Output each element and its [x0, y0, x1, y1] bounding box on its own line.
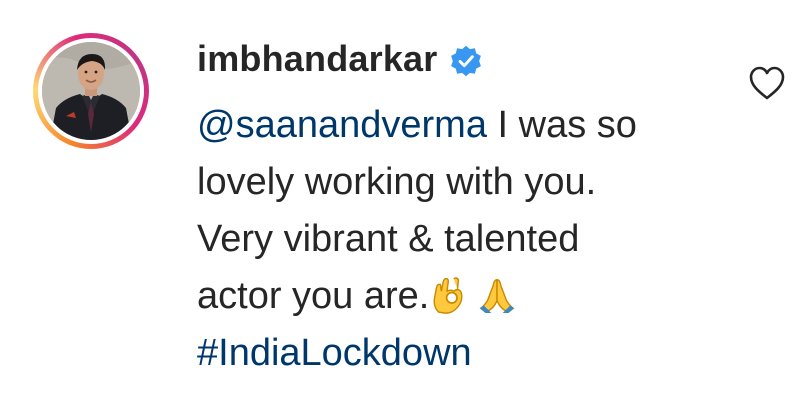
comment: imbhandarkar @saanandverma I was so love… [0, 0, 800, 406]
comment-header: imbhandarkar [197, 38, 483, 80]
heart-outline-icon[interactable] [748, 65, 786, 101]
verified-badge-icon [451, 45, 482, 77]
avatar[interactable] [42, 42, 140, 140]
folded-hands-emoji [479, 279, 515, 313]
comment-line-4: actor you are. [197, 268, 717, 325]
story-ring[interactable] [33, 33, 149, 149]
ok-hand-emoji [433, 277, 463, 314]
comment-line-1: @saanandverma I was so [197, 97, 717, 154]
comment-text-rest: I was so [486, 104, 637, 146]
mention-link[interactable]: @saanandverma [197, 104, 487, 146]
comment-line-3: Very vibrant & talented [197, 218, 580, 260]
comment-text: @saanandverma I was so lovely working wi… [197, 97, 717, 382]
avatar-portrait [42, 42, 140, 140]
comment-text-line4: actor you are. [197, 275, 430, 317]
hashtag-link[interactable]: #IndiaLockdown [197, 325, 717, 382]
username-link[interactable]: imbhandarkar [197, 38, 437, 80]
comment-line-2: lovely working with you. [197, 161, 597, 203]
